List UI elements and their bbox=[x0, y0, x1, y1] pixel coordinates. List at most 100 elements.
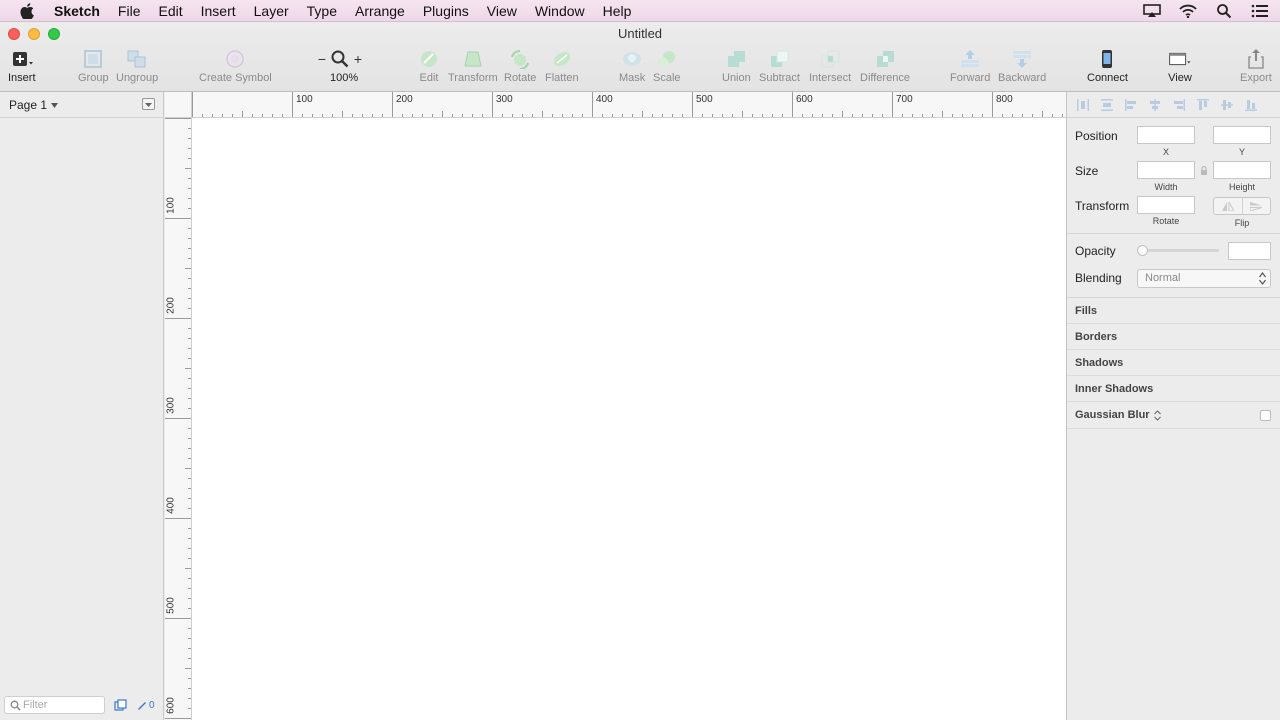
magnifier-icon[interactable] bbox=[328, 50, 352, 68]
edit-path-icon bbox=[417, 48, 441, 70]
transform-button[interactable]: Transform bbox=[448, 48, 498, 84]
shadows-section-header[interactable]: Shadows bbox=[1075, 357, 1123, 369]
h-ruler-label: 100 bbox=[296, 94, 313, 105]
intersect-icon bbox=[818, 48, 842, 70]
forward-button[interactable]: Forward bbox=[950, 48, 990, 84]
opacity-slider-track[interactable] bbox=[1139, 249, 1219, 252]
notification-center-icon[interactable] bbox=[1250, 3, 1270, 19]
menu-arrange[interactable]: Arrange bbox=[346, 0, 414, 22]
flip-horizontal-button[interactable] bbox=[1214, 198, 1242, 214]
subtract-button[interactable]: Subtract bbox=[759, 48, 800, 84]
h-ruler-label: 300 bbox=[496, 94, 513, 105]
flatten-button[interactable]: Flatten bbox=[545, 48, 579, 84]
create-symbol-button[interactable]: Create Symbol bbox=[199, 48, 272, 84]
view-layout-icon bbox=[1168, 48, 1192, 70]
opacity-input[interactable] bbox=[1228, 242, 1271, 260]
inner-shadows-section-header[interactable]: Inner Shadows bbox=[1075, 383, 1153, 395]
transform-icon bbox=[461, 48, 485, 70]
opacity-slider-knob[interactable] bbox=[1137, 245, 1148, 256]
apple-menu-icon[interactable] bbox=[18, 2, 36, 20]
align-top-icon[interactable] bbox=[1195, 97, 1211, 113]
page-selector[interactable]: Page 1 bbox=[9, 98, 59, 112]
ruler-corner bbox=[165, 92, 192, 118]
export-label: Export bbox=[1240, 72, 1272, 84]
spotlight-search-icon[interactable] bbox=[1214, 3, 1234, 19]
align-left-icon[interactable] bbox=[1123, 97, 1139, 113]
h-ruler-label: 800 bbox=[996, 94, 1013, 105]
menu-type[interactable]: Type bbox=[298, 0, 346, 22]
view-button[interactable]: View bbox=[1168, 48, 1192, 84]
menu-view[interactable]: View bbox=[478, 0, 526, 22]
menu-insert[interactable]: Insert bbox=[192, 0, 245, 22]
connect-button[interactable]: Connect bbox=[1087, 48, 1128, 84]
zoom-out-button[interactable]: − bbox=[316, 51, 328, 67]
backward-button[interactable]: Backward bbox=[998, 48, 1046, 84]
rotate-icon bbox=[508, 48, 532, 70]
menu-help[interactable]: Help bbox=[594, 0, 641, 22]
distribute-vertical-icon[interactable] bbox=[1099, 97, 1115, 113]
wifi-icon[interactable] bbox=[1178, 3, 1198, 19]
intersect-button[interactable]: Intersect bbox=[809, 48, 851, 84]
dropdown-arrow-icon bbox=[51, 102, 59, 108]
align-vertical-center-icon[interactable] bbox=[1219, 97, 1235, 113]
export-button[interactable]: Export bbox=[1240, 48, 1272, 84]
zoom-in-button[interactable]: + bbox=[352, 51, 364, 67]
section-divider bbox=[1067, 428, 1280, 429]
layer-filter-input[interactable]: Filter bbox=[4, 696, 105, 714]
borders-section-header[interactable]: Borders bbox=[1075, 331, 1117, 343]
scale-label: Scale bbox=[653, 72, 681, 84]
difference-button[interactable]: Difference bbox=[860, 48, 910, 84]
slices-filter-button[interactable]: 0 bbox=[137, 699, 159, 711]
blending-mode-value: Normal bbox=[1145, 272, 1181, 284]
menu-plugins[interactable]: Plugins bbox=[414, 0, 478, 22]
rotate-label: Rotate bbox=[1152, 216, 1180, 226]
ungroup-button[interactable]: Ungroup bbox=[116, 48, 158, 84]
edit-button[interactable]: Edit bbox=[417, 48, 441, 84]
v-ruler-label: 300 bbox=[165, 397, 177, 414]
rotate-button[interactable]: Rotate bbox=[504, 48, 536, 84]
menu-edit[interactable]: Edit bbox=[149, 0, 191, 22]
blending-label: Blending bbox=[1075, 271, 1122, 285]
menu-window[interactable]: Window bbox=[526, 0, 594, 22]
menu-app-sketch[interactable]: Sketch bbox=[54, 0, 109, 22]
zoom-level: 100% bbox=[330, 72, 359, 84]
ungroup-icon bbox=[125, 48, 149, 70]
distribute-horizontal-icon[interactable] bbox=[1075, 97, 1091, 113]
flip-vertical-button[interactable] bbox=[1241, 198, 1271, 214]
lock-proportions-icon[interactable] bbox=[1200, 165, 1208, 179]
gaussian-blur-checkbox[interactable] bbox=[1260, 410, 1271, 421]
flatten-label: Flatten bbox=[545, 72, 579, 84]
gaussian-blur-section-header[interactable]: Gaussian Blur bbox=[1075, 409, 1161, 421]
flip-label: Flip bbox=[1234, 218, 1250, 228]
union-label: Union bbox=[722, 72, 751, 84]
rotate-input[interactable] bbox=[1137, 196, 1195, 214]
menu-layer[interactable]: Layer bbox=[245, 0, 298, 22]
mask-button[interactable]: Mask bbox=[619, 48, 645, 84]
x-position-input[interactable] bbox=[1137, 126, 1195, 144]
v-ruler-label: 100 bbox=[165, 197, 177, 214]
group-button[interactable]: Group bbox=[78, 48, 109, 84]
horizontal-ruler[interactable]: 100 200 300 400 500 600 700 800 bbox=[192, 92, 1066, 118]
menu-file[interactable]: File bbox=[109, 0, 150, 22]
align-bottom-icon[interactable] bbox=[1243, 97, 1259, 113]
blending-mode-select[interactable]: Normal bbox=[1137, 269, 1271, 288]
fills-section-header[interactable]: Fills bbox=[1075, 305, 1097, 317]
width-input[interactable] bbox=[1137, 161, 1195, 179]
copy-layers-icon[interactable] bbox=[114, 699, 128, 711]
flip-horizontal-icon bbox=[1221, 201, 1234, 211]
layers-panel: Page 1 Filter 0 bbox=[0, 92, 164, 720]
y-position-input[interactable] bbox=[1213, 126, 1271, 144]
group-label: Group bbox=[78, 72, 109, 84]
insert-button[interactable]: Insert bbox=[8, 48, 36, 84]
vertical-ruler[interactable]: 100 200 300 400 500 600 bbox=[165, 118, 192, 720]
section-divider bbox=[1067, 401, 1280, 402]
collapse-pages-button[interactable] bbox=[142, 98, 155, 110]
union-button[interactable]: Union bbox=[722, 48, 751, 84]
align-horizontal-center-icon[interactable] bbox=[1147, 97, 1163, 113]
align-right-icon[interactable] bbox=[1171, 97, 1187, 113]
height-input[interactable] bbox=[1213, 161, 1271, 179]
window-toolbar: Untitled Insert Group Ungroup Create Sym… bbox=[0, 22, 1280, 92]
scale-button[interactable]: Scale bbox=[653, 48, 681, 84]
drawing-canvas[interactable] bbox=[192, 118, 1066, 720]
airplay-icon[interactable] bbox=[1142, 3, 1162, 19]
